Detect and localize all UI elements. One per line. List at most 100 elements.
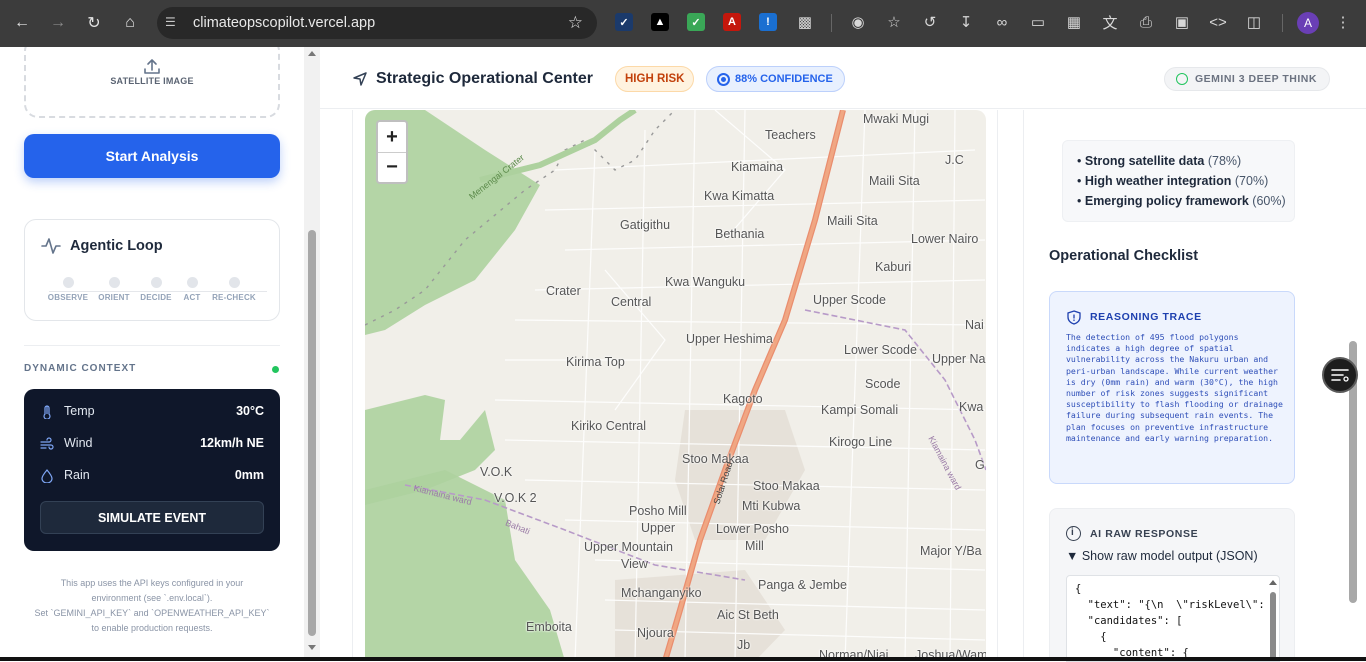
activity-icon — [41, 238, 61, 254]
side-panel-icon[interactable]: ◫ — [1244, 12, 1264, 32]
map-label: Upper — [641, 521, 676, 535]
extension-pdf-icon[interactable]: A — [723, 13, 741, 31]
raw-json-output[interactable]: { "text": "{\n \"riskLevel\": "candidate… — [1066, 575, 1280, 662]
confidence-factors-list: • Strong satellite data (78%) • High wea… — [1062, 140, 1295, 222]
map-label: Emboita — [526, 620, 572, 634]
extension-triangle-icon[interactable]: ▲ — [651, 13, 669, 31]
zoom-in-button[interactable]: + — [378, 122, 406, 152]
map-label: Kaburi — [875, 260, 912, 274]
qr-code-icon[interactable]: ▦ — [1064, 12, 1084, 32]
map-label: Lower Posho — [716, 522, 789, 536]
map-label: Mti Kubwa — [742, 499, 801, 513]
map-label: Kwa Wanguku — [665, 275, 746, 289]
operational-checklist-heading: Operational Checklist — [1049, 248, 1199, 264]
dynamic-context-label: DYNAMIC CONTEXT — [24, 363, 137, 374]
scroll-down-arrow-icon[interactable] — [308, 645, 316, 650]
confidence-badge: 88% CONFIDENCE — [706, 66, 845, 92]
navigation-arrow-icon — [353, 72, 367, 86]
map-label: Gatigithu — [620, 218, 671, 232]
home-icon[interactable]: ⌂ — [118, 11, 142, 35]
profile-avatar[interactable]: A — [1297, 12, 1319, 34]
wind-value: 12km/h NE — [200, 436, 264, 450]
start-analysis-button[interactable]: Start Analysis — [24, 134, 280, 178]
map-label: Upper Na — [932, 352, 986, 366]
context-status-dot — [272, 366, 279, 373]
reasoning-trace-text: The detection of 495 flood polygons indi… — [1066, 332, 1283, 443]
map-label: Teachers — [765, 128, 816, 142]
url-text[interactable]: climateopscopilot.vercel.app — [193, 15, 375, 31]
print-icon[interactable]: ⎙ — [1136, 12, 1156, 32]
cast-icon[interactable]: ▭ — [1028, 12, 1048, 32]
map-label: Posho Mill — [629, 504, 687, 518]
extensions-puzzle-icon[interactable]: ▩ — [795, 12, 815, 32]
map[interactable]: + − Mwaki Mugi Teachers J.C Kiamaina Mai… — [365, 110, 986, 661]
sidebar-scrollbar-thumb[interactable] — [308, 230, 316, 636]
map-label: G — [975, 458, 985, 472]
link-icon[interactable]: ∞ — [992, 12, 1012, 32]
map-label: Lower Nairo — [911, 232, 979, 246]
map-label: Kagoto — [723, 392, 763, 406]
wind-row: Wind 12km/h NE — [40, 435, 264, 453]
site-info-icon[interactable]: ☰ — [165, 15, 183, 31]
reload-icon[interactable]: ↻ — [82, 11, 106, 35]
check-circle-icon — [1176, 73, 1188, 85]
info-icon — [1066, 526, 1081, 541]
rain-value: 0mm — [234, 468, 264, 482]
upload-icon — [144, 59, 160, 74]
scroll-up-arrow-icon[interactable] — [1269, 580, 1277, 585]
map-label: Lower Scode — [844, 343, 917, 357]
address-bar[interactable]: ☰ climateopscopilot.vercel.app ☆ — [157, 7, 597, 39]
forward-icon[interactable]: → — [46, 11, 70, 35]
rain-label: Rain — [64, 468, 90, 482]
extension-check-icon[interactable]: ✓ — [615, 13, 633, 31]
sidebar-scrollbar[interactable] — [304, 47, 320, 661]
risk-level-badge: HIGH RISK — [615, 66, 695, 92]
list-item: • Emerging policy framework (60%) — [1077, 194, 1286, 208]
map-label: J.C — [945, 153, 964, 167]
scroll-up-arrow-icon[interactable] — [308, 51, 316, 56]
back-icon[interactable]: ← — [10, 11, 34, 35]
raw-json-text: { "text": "{\n \"riskLevel\": "candidate… — [1075, 583, 1265, 659]
map-label: Upper Heshima — [686, 332, 773, 346]
list-item: • High weather integration (70%) — [1077, 174, 1269, 188]
map-label: Central — [611, 295, 652, 309]
download-icon[interactable]: ↧ — [956, 12, 976, 32]
code-scrollbar[interactable] — [1269, 580, 1277, 661]
reasoning-trace-card: REASONING TRACE The detection of 495 flo… — [1049, 291, 1295, 484]
map-label: Kwa Kimatta — [704, 189, 775, 203]
extension-shield-icon[interactable]: ✓ — [687, 13, 705, 31]
map-label: Mchanganyiko — [621, 586, 702, 600]
devtools-icon[interactable]: <> — [1208, 12, 1228, 32]
bookmarks-icon[interactable]: ☆ — [884, 12, 904, 32]
incognito-icon[interactable]: ◉ — [848, 12, 868, 32]
floating-menu-button[interactable] — [1322, 357, 1358, 393]
temp-row: Temp 30°C — [40, 403, 264, 421]
zoom-out-button[interactable]: − — [378, 152, 406, 182]
extension-bitwarden-icon[interactable]: ! — [759, 13, 777, 31]
agentic-loop-card: Agentic Loop OBSERVE ORIENT DECIDE ACT R… — [24, 219, 280, 321]
screenshot-icon[interactable]: ▣ — [1172, 12, 1192, 32]
shield-info-icon — [1067, 310, 1081, 325]
raw-output-toggle[interactable]: ▼ Show raw model output (JSON) — [1066, 549, 1258, 563]
history-icon[interactable]: ↺ — [920, 12, 940, 32]
map-label: V.O.K — [480, 465, 513, 479]
map-label: Upper Scode — [813, 293, 886, 307]
more-menu-icon[interactable]: ⋮ — [1333, 12, 1353, 32]
thermometer-icon — [43, 405, 51, 419]
bookmark-star-icon[interactable]: ☆ — [568, 13, 583, 33]
raw-response-card: AI RAW RESPONSE ▼ Show raw model output … — [1049, 508, 1295, 662]
simulate-event-button[interactable]: SIMULATE EVENT — [40, 501, 264, 534]
satellite-upload-dropzone[interactable]: SATELLITE IMAGE — [24, 47, 280, 118]
code-scrollbar-thumb[interactable] — [1270, 592, 1276, 661]
translate-icon[interactable]: 文 — [1100, 12, 1120, 32]
sidebar-divider — [24, 345, 280, 346]
wind-icon — [40, 437, 54, 450]
map-label: Kirogo Line — [829, 435, 893, 449]
map-label: V.O.K 2 — [494, 491, 537, 505]
droplet-icon — [41, 469, 53, 483]
map-label: Bethania — [715, 227, 765, 241]
map-label: Kiriko Central — [571, 419, 647, 433]
list-filter-icon — [1331, 369, 1349, 382]
map-label: Aic St Beth — [717, 608, 779, 622]
sidebar: SATELLITE IMAGE Start Analysis Agentic L… — [0, 47, 304, 661]
